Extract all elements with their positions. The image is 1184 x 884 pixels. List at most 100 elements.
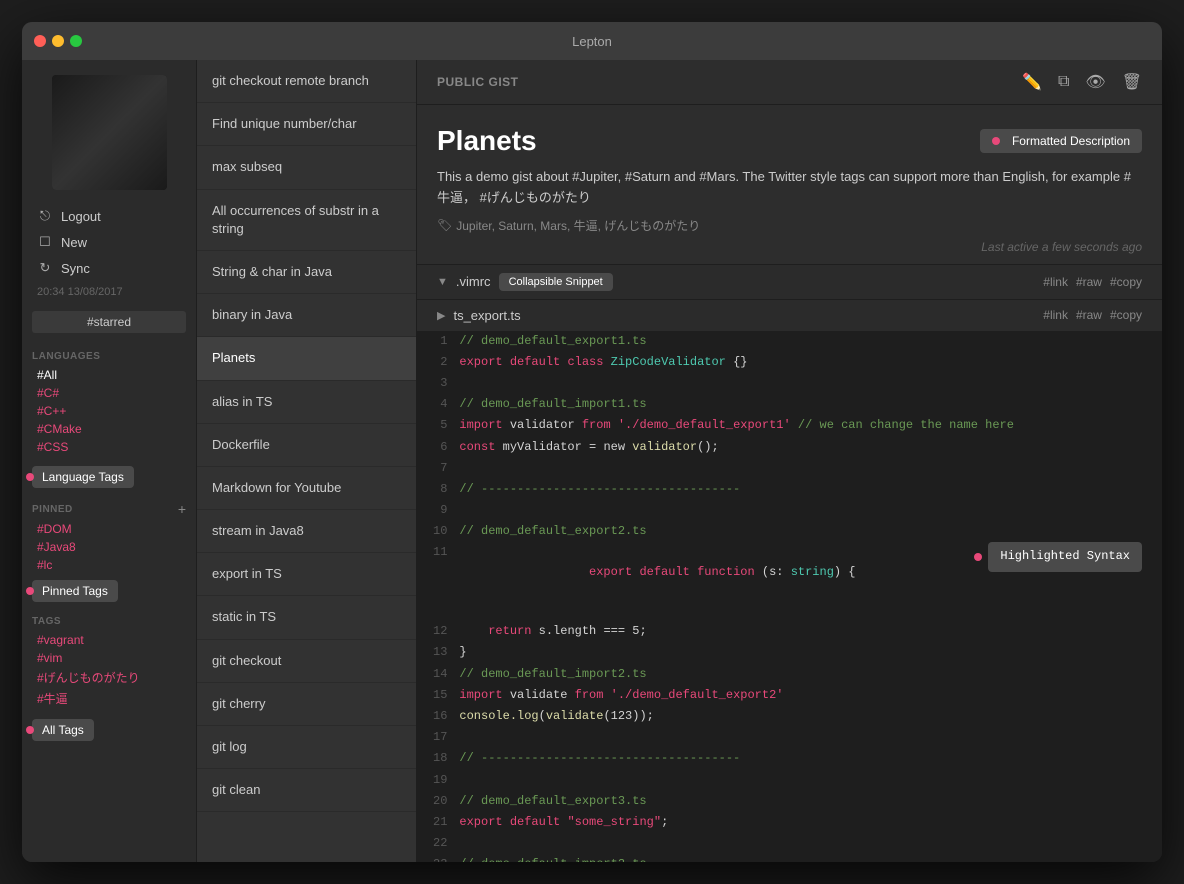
vimrc-raw[interactable]: #raw (1076, 275, 1102, 289)
highlighted-syntax-label: Highlighted Syntax (988, 542, 1142, 571)
gist-tags: 🏷 Jupiter, Saturn, Mars, 牛逼, げんじものがたり (437, 217, 1142, 234)
table-row: 23 // demo_default_import3.ts (417, 854, 1162, 862)
avatar (52, 75, 167, 190)
edit-icon[interactable]: ✏️ (1022, 72, 1042, 92)
table-row: 9 (417, 500, 1162, 521)
new-label: New (61, 235, 87, 250)
gist-description: This a demo gist about #Jupiter, #Saturn… (437, 167, 1142, 209)
eye-icon[interactable]: 👁 (1085, 72, 1105, 92)
lang-csharp[interactable]: #C# (32, 384, 186, 402)
formatted-description-badge: Formatted Description (980, 129, 1142, 153)
table-row: 14 // demo_default_import2.ts (417, 664, 1162, 685)
table-row: 13 } (417, 642, 1162, 663)
file-item-git-checkout[interactable]: git checkout remote branch (197, 60, 416, 103)
traffic-lights (34, 35, 82, 47)
table-row: 21 export default "some_string"; (417, 812, 1162, 833)
ts-raw[interactable]: #raw (1076, 308, 1102, 322)
logout-label: Logout (61, 209, 101, 224)
tag-jp2[interactable]: #牛逼 (32, 688, 186, 709)
snippet-ts-header[interactable]: ▶ ts_export.ts #link #raw #copy (417, 300, 1162, 331)
snippet-ts-right: #link #raw #copy (1043, 308, 1142, 322)
tag-vagrant[interactable]: #vagrant (32, 631, 186, 649)
tag-lc[interactable]: #lc (32, 556, 186, 574)
gist-body: Planets Formatted Description This a dem… (417, 105, 1162, 264)
gist-header: PUBLIC GIST ✏️ ⧉ 👁 🗑 (417, 60, 1162, 105)
badge-dot (992, 137, 1000, 145)
file-item-max-subseq[interactable]: max subseq (197, 146, 416, 189)
lang-cmake[interactable]: #CMake (32, 420, 186, 438)
tag-jp1[interactable]: #げんじものがたり (32, 667, 186, 688)
pinned-tags: #DOM #Java8 #lc (22, 520, 196, 574)
file-item-alias-ts[interactable]: alias in TS (197, 381, 416, 424)
gist-title: Planets (437, 125, 537, 157)
tag-java8[interactable]: #Java8 (32, 538, 186, 556)
file-item-planets[interactable]: Planets (197, 337, 416, 380)
sidebar-actions: ⎋ Logout ☐ New ↻ Sync (22, 200, 196, 284)
tag-dom[interactable]: #DOM (32, 520, 186, 538)
table-row: 16 console.log(validate(123)); (417, 706, 1162, 727)
pinned-add-button[interactable]: + (178, 502, 186, 516)
table-row: 19 (417, 770, 1162, 791)
lang-cpp[interactable]: #C++ (32, 402, 186, 420)
snippet-ts-left: ▶ ts_export.ts (437, 308, 521, 323)
sidebar: ⎋ Logout ☐ New ↻ Sync 20:34 13/08/2017 #… (22, 60, 197, 862)
logout-icon: ⎋ (37, 208, 53, 224)
all-tags-tooltip-container: All Tags (22, 717, 196, 743)
file-item-find-unique[interactable]: Find unique number/char (197, 103, 416, 146)
new-button[interactable]: ☐ New (32, 231, 186, 253)
maximize-button[interactable] (70, 35, 82, 47)
vimrc-link[interactable]: #link (1043, 275, 1068, 289)
gist-tags-text: Jupiter, Saturn, Mars, 牛逼, げんじものがたり (456, 217, 700, 234)
tag-vim[interactable]: #vim (32, 649, 186, 667)
delete-icon[interactable]: 🗑 (1122, 72, 1142, 92)
sync-button[interactable]: ↻ Sync (32, 257, 186, 279)
external-link-icon[interactable]: ⧉ (1058, 73, 1069, 91)
last-active: Last active a few seconds ago (981, 240, 1142, 254)
file-item-git-clean[interactable]: git clean (197, 769, 416, 812)
file-item-export-ts[interactable]: export in TS (197, 553, 416, 596)
table-row: 17 (417, 727, 1162, 748)
ts-chevron-icon: ▶ (437, 309, 445, 322)
avatar-image (52, 75, 167, 190)
tag-icon: 🏷 (437, 218, 452, 232)
collapsible-badge: Collapsible Snippet (499, 273, 613, 291)
file-item-markdown-yt[interactable]: Markdown for Youtube (197, 467, 416, 510)
snippet-vimrc: ▼ .vimrc Collapsible Snippet #link #raw … (417, 264, 1162, 299)
table-row: 1 // demo_default_export1.ts (417, 331, 1162, 352)
main-content: ⎋ Logout ☐ New ↻ Sync 20:34 13/08/2017 #… (22, 60, 1162, 862)
minimize-button[interactable] (52, 35, 64, 47)
file-item-git-checkout2[interactable]: git checkout (197, 640, 416, 683)
highlighted-syntax-badge: Highlighted Syntax (974, 542, 1142, 571)
close-button[interactable] (34, 35, 46, 47)
table-row: 22 (417, 833, 1162, 854)
snippet-vimrc-header[interactable]: ▼ .vimrc Collapsible Snippet #link #raw … (417, 265, 1162, 299)
main-panel: PUBLIC GIST ✏️ ⧉ 👁 🗑 Planets Formatted D… (417, 60, 1162, 862)
file-item-dockerfile[interactable]: Dockerfile (197, 424, 416, 467)
vimrc-copy[interactable]: #copy (1110, 275, 1142, 289)
file-item-binary-java[interactable]: binary in Java (197, 294, 416, 337)
table-row: 4 // demo_default_import1.ts (417, 394, 1162, 415)
starred-badge[interactable]: #starred (32, 311, 186, 333)
file-item-all-occurrences[interactable]: All occurrences of substr in a string (197, 190, 416, 251)
lang-all[interactable]: #All (32, 366, 186, 384)
lang-css[interactable]: #CSS (32, 438, 186, 456)
table-row: 15 import validate from './demo_default_… (417, 685, 1162, 706)
app-title: Lepton (572, 34, 612, 49)
app-window: Lepton ⎋ Logout ☐ New ↻ Sync (22, 22, 1162, 862)
vimrc-filename: .vimrc (456, 274, 491, 289)
file-item-string-char[interactable]: String & char in Java (197, 251, 416, 294)
gist-actions: ✏️ ⧉ 👁 🗑 (1022, 72, 1142, 92)
ts-link[interactable]: #link (1043, 308, 1068, 322)
file-list: git checkout remote branch Find unique n… (197, 60, 417, 862)
tags-section: TAGS #vagrant #vim #げんじものがたり #牛逼 (22, 608, 196, 713)
pinned-tags-tooltip: Pinned Tags (32, 580, 118, 602)
file-item-git-cherry[interactable]: git cherry (197, 683, 416, 726)
logout-button[interactable]: ⎋ Logout (32, 205, 186, 227)
gist-meta-row: Last active a few seconds ago (437, 240, 1142, 264)
file-item-git-log[interactable]: git log (197, 726, 416, 769)
file-item-stream-java8[interactable]: stream in Java8 (197, 510, 416, 553)
file-item-static-ts[interactable]: static in TS (197, 596, 416, 639)
all-tags-tooltip: All Tags (32, 719, 94, 741)
titlebar: Lepton (22, 22, 1162, 60)
ts-copy[interactable]: #copy (1110, 308, 1142, 322)
